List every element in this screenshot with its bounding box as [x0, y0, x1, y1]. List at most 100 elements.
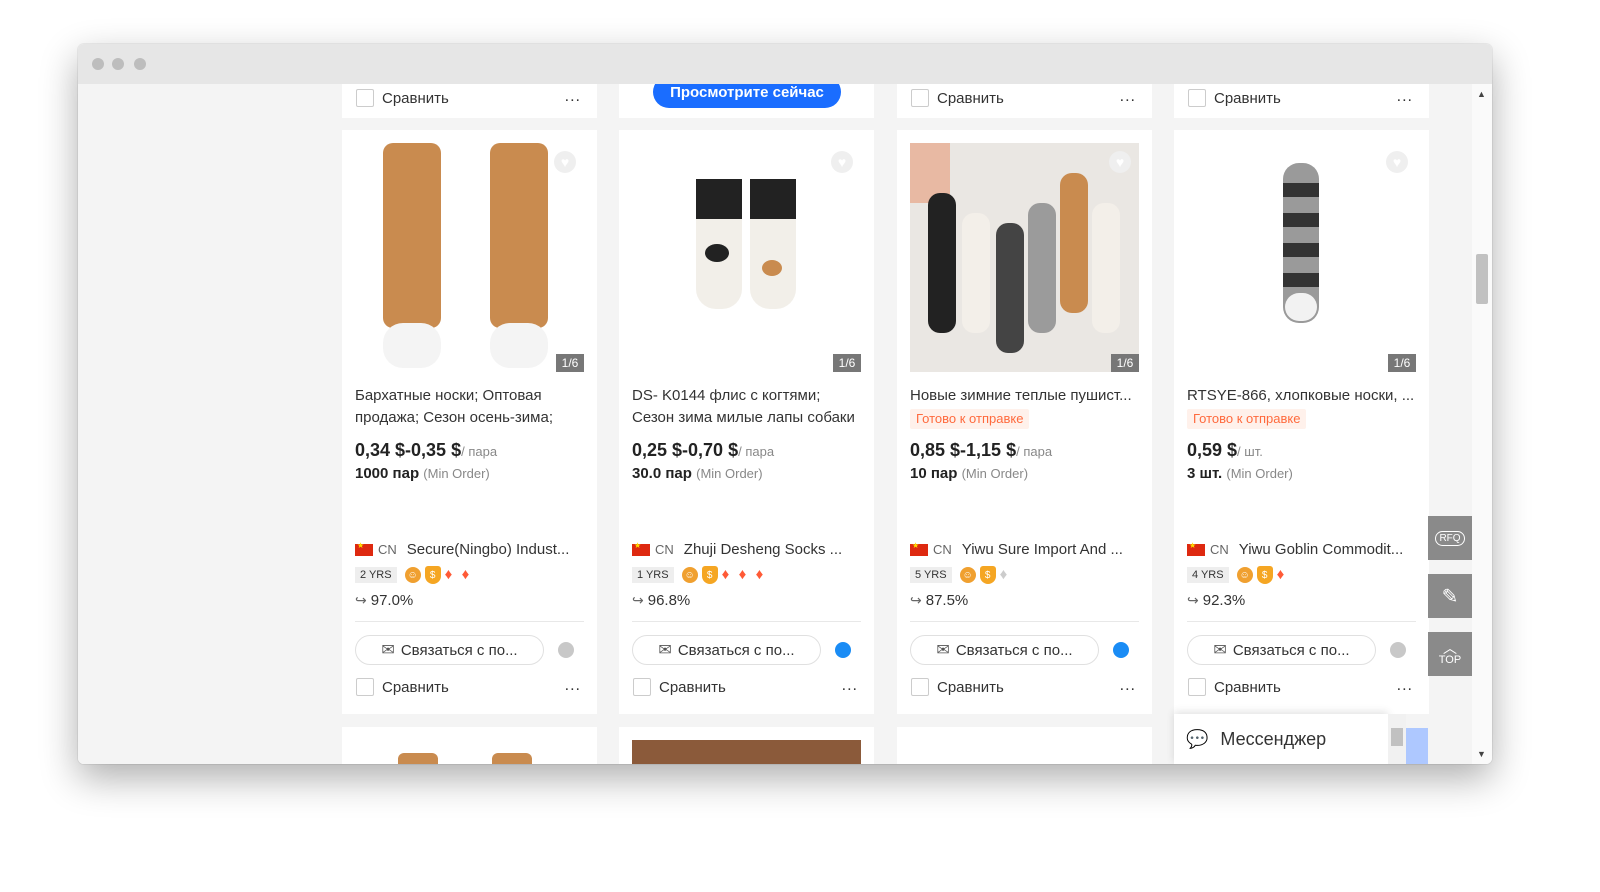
price-value: 0,34 $-0,35 $	[355, 440, 462, 460]
product-card[interactable]: ♥ 1/6 Новые зимние теплые пушист... Гото…	[897, 130, 1152, 714]
product-image[interactable]: ♥ 1/6	[1187, 143, 1416, 372]
product-card-partial-bottom[interactable]	[342, 727, 597, 764]
contact-label: Связаться с по...	[1232, 641, 1350, 659]
diamond-icon: ♦	[755, 566, 764, 583]
supplier-row[interactable]: CN Secure(Ningbo) Indust...	[355, 541, 587, 558]
more-options-button[interactable]: ...	[842, 677, 858, 695]
close-window-dot[interactable]	[92, 58, 104, 70]
contact-supplier-button[interactable]: ✉ Связаться с по...	[632, 635, 821, 665]
favorite-heart-icon[interactable]: ♥	[1109, 151, 1131, 173]
product-card-partial-top: Сравнить ...	[897, 84, 1152, 118]
price-value: 0,85 $-1,15 $	[910, 440, 1017, 460]
product-card-partial-bottom[interactable]	[619, 727, 874, 764]
verified-shield-icon: $	[979, 566, 996, 584]
compare-checkbox[interactable]	[1188, 89, 1206, 107]
min-order: 10 пар (Min Order)	[910, 465, 1028, 482]
product-title[interactable]: DS- K0144 флис с когтями; Сезон зима мил…	[632, 385, 864, 429]
window-titlebar	[78, 44, 1492, 84]
product-card[interactable]: ♥ 1/6 Бархатные носки; Оптовая продажа; …	[342, 130, 597, 714]
product-image[interactable]: ♥ 1/6	[355, 143, 584, 372]
chat-status-icon[interactable]	[558, 642, 574, 658]
product-title[interactable]: RTSYE-866, хлопковые носки, ...	[1187, 385, 1419, 407]
view-now-button[interactable]: Просмотрите сейчас	[653, 84, 841, 108]
favorite-heart-icon[interactable]: ♥	[831, 151, 853, 173]
compare-checkbox-row[interactable]: Сравнить	[1188, 677, 1281, 697]
supplier-name[interactable]: Zhuji Desheng Socks ...	[684, 541, 842, 558]
compare-checkbox[interactable]	[911, 678, 929, 696]
product-card[interactable]: ♥ 1/6 DS- K0144 флис с когтями; Сезон зи…	[619, 130, 874, 714]
more-options-button[interactable]: ...	[565, 88, 581, 106]
rfq-button[interactable]: RFQ	[1428, 516, 1472, 560]
top-label: TOP	[1438, 654, 1462, 666]
product-title[interactable]: Бархатные носки; Оптовая продажа; Сезон …	[355, 385, 587, 429]
compare-checkbox-row[interactable]: Сравнить	[1188, 88, 1281, 108]
response-rate: ↪ 97.0%	[355, 592, 413, 609]
compare-checkbox-row[interactable]: Сравнить	[911, 677, 1004, 697]
supplier-name[interactable]: Yiwu Sure Import And ...	[962, 541, 1123, 558]
scroll-up-arrow-icon[interactable]: ▲	[1477, 89, 1486, 99]
product-card[interactable]: ♥ 1/6 RTSYE-866, хлопковые носки, ... Го…	[1174, 130, 1429, 714]
compare-checkbox-row[interactable]: Сравнить	[356, 677, 449, 697]
response-rate-value: 96.8%	[647, 592, 691, 609]
contact-supplier-button[interactable]: ✉ Связаться с по...	[355, 635, 544, 665]
gold-medal-icon: ☺	[404, 567, 421, 583]
compare-checkbox[interactable]	[356, 678, 374, 696]
page-scrollbar[interactable]: ▲ ▼	[1472, 84, 1492, 764]
min-order: 1000 пар (Min Order)	[355, 465, 490, 482]
more-options-button[interactable]: ...	[1397, 88, 1413, 106]
more-options-button[interactable]: ...	[565, 677, 581, 695]
messenger-label: Мессенджер	[1220, 728, 1327, 749]
verified-shield-icon: $	[424, 566, 441, 584]
image-counter: 1/6	[1388, 354, 1416, 372]
scroll-thumb[interactable]	[1476, 254, 1488, 304]
compare-checkbox[interactable]	[633, 678, 651, 696]
messenger-scroll-thumb[interactable]	[1391, 728, 1403, 746]
maximize-window-dot[interactable]	[134, 58, 146, 70]
favorite-heart-icon[interactable]: ♥	[1386, 151, 1408, 173]
chat-status-icon[interactable]	[1113, 642, 1129, 658]
socks-image	[1283, 163, 1319, 323]
product-image[interactable]: ♥ 1/6	[910, 143, 1139, 372]
contact-supplier-button[interactable]: ✉ Связаться с по...	[910, 635, 1099, 665]
response-rate: ↪ 92.3%	[1187, 592, 1245, 609]
more-options-button[interactable]: ...	[1120, 88, 1136, 106]
chat-status-icon[interactable]	[835, 642, 851, 658]
supplier-row[interactable]: CN Zhuji Desheng Socks ...	[632, 541, 864, 558]
share-arrow-icon: ↪	[1187, 592, 1199, 608]
years-badge: 4 YRS	[1187, 567, 1229, 583]
min-order-value: 30.0 пар	[632, 465, 692, 482]
compare-checkbox-row[interactable]: Сравнить	[633, 677, 726, 697]
contact-supplier-button[interactable]: ✉ Связаться с по...	[1187, 635, 1376, 665]
supplier-name[interactable]: Secure(Ningbo) Indust...	[407, 541, 570, 558]
more-options-button[interactable]: ...	[1120, 677, 1136, 695]
chevron-up-icon: ︿	[1443, 640, 1457, 656]
favorite-heart-icon[interactable]: ♥	[554, 151, 576, 173]
more-options-button[interactable]: ...	[1397, 677, 1413, 695]
feedback-button[interactable]: ✎	[1428, 574, 1472, 618]
verified-shield-icon: $	[701, 566, 718, 584]
supplier-row[interactable]: CN Yiwu Sure Import And ...	[910, 541, 1142, 558]
compare-checkbox-row[interactable]: Сравнить	[356, 88, 449, 108]
compare-checkbox[interactable]	[356, 89, 374, 107]
product-image[interactable]: ♥ 1/6	[632, 143, 861, 372]
back-to-top-button[interactable]: ︿ TOP	[1428, 632, 1472, 676]
contact-label: Связаться с по...	[400, 641, 518, 659]
compare-checkbox[interactable]	[911, 89, 929, 107]
left-blank-pane	[78, 84, 318, 764]
compare-label: Сравнить	[659, 678, 726, 696]
messenger-panel[interactable]: 💬 Мессенджер	[1174, 714, 1388, 764]
scroll-down-arrow-icon[interactable]: ▼	[1477, 749, 1486, 759]
supplier-name[interactable]: Yiwu Goblin Commodit...	[1239, 541, 1404, 558]
product-title[interactable]: Новые зимние теплые пушист...	[910, 385, 1142, 407]
product-title-line: RTSYE-866, хлопковые носки, ...	[1187, 387, 1415, 404]
minimize-window-dot[interactable]	[112, 58, 124, 70]
product-card-partial-bottom[interactable]	[897, 727, 1152, 764]
compare-checkbox-row[interactable]: Сравнить	[911, 88, 1004, 108]
compare-checkbox[interactable]	[1188, 678, 1206, 696]
image-counter: 1/6	[556, 354, 584, 372]
messenger-edge	[1406, 728, 1428, 764]
chat-status-icon[interactable]	[1390, 642, 1406, 658]
messenger-scrollbar[interactable]	[1388, 714, 1406, 764]
mail-icon: ✉	[1213, 642, 1227, 659]
supplier-row[interactable]: CN Yiwu Goblin Commodit...	[1187, 541, 1419, 558]
